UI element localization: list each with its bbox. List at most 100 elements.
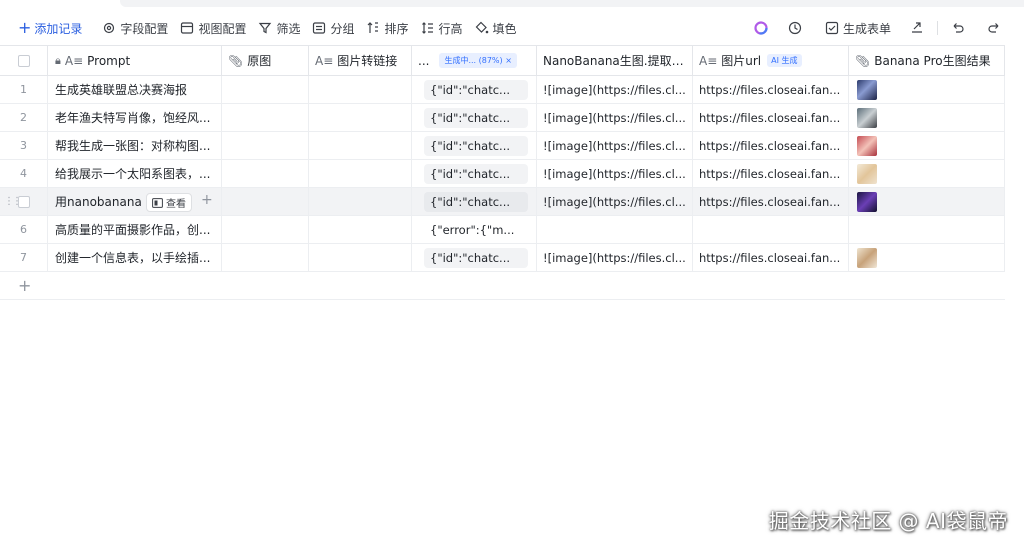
result-cell[interactable] <box>849 216 1005 243</box>
add-record-button[interactable]: + 添加记录 <box>12 16 88 40</box>
field-config-button[interactable]: 字段配置 <box>96 16 174 40</box>
original-cell[interactable] <box>222 160 309 187</box>
table-row[interactable]: 7 创建一个信息表，以手绘插... {"id":"chatc... ![imag… <box>0 244 1005 272</box>
original-cell[interactable] <box>222 76 309 103</box>
ai-ring-icon[interactable] <box>753 20 769 36</box>
json-cell[interactable]: {"id":"chatc... <box>412 104 537 131</box>
fill-color-button[interactable]: 填色 <box>469 16 523 40</box>
column-header-img-to-link[interactable]: A≡ 图片转链接 <box>309 46 412 75</box>
prompt-cell[interactable]: 帮我生成一张图：对称构图... <box>48 132 222 159</box>
extract-cell[interactable] <box>537 216 693 243</box>
original-cell[interactable] <box>222 216 309 243</box>
result-thumbnail[interactable] <box>857 79 877 100</box>
result-thumbnail[interactable] <box>857 135 877 156</box>
add-inline-icon[interactable]: + <box>201 192 213 208</box>
result-cell[interactable] <box>849 188 1005 215</box>
view-config-label: 视图配置 <box>198 21 247 36</box>
automation-icon[interactable] <box>787 20 803 36</box>
extract-cell[interactable]: ![image](https://files.cl... <box>537 160 693 187</box>
prompt-cell[interactable]: 创建一个信息表，以手绘插... <box>48 244 222 271</box>
undo-icon[interactable] <box>950 20 966 36</box>
url-cell[interactable]: https://files.closeai.fan... <box>693 76 849 103</box>
json-cell[interactable]: {"id":"chatc... <box>412 244 537 271</box>
extract-cell[interactable]: ![image](https://files.cl... <box>537 104 693 131</box>
original-cell[interactable] <box>222 104 309 131</box>
result-cell[interactable] <box>849 132 1005 159</box>
url-cell[interactable]: https://files.closeai.fan... <box>693 188 849 215</box>
extract-cell[interactable]: ![image](https://files.cl... <box>537 76 693 103</box>
prompt-cell[interactable]: 用nanobanana 查看 + <box>48 188 222 215</box>
group-button[interactable]: 分组 <box>306 16 360 40</box>
url-cell[interactable]: https://files.closeai.fan... <box>693 104 849 131</box>
column-header-nanobanana[interactable]: ... 生成中... (87%) × <box>412 46 537 75</box>
json-cell[interactable]: {"id":"chatc... <box>412 132 537 159</box>
table-row[interactable]: 3 帮我生成一张图：对称构图... {"id":"chatc... ![imag… <box>0 132 1005 160</box>
select-all-checkbox[interactable] <box>17 54 30 67</box>
original-cell[interactable] <box>222 188 309 215</box>
result-cell[interactable] <box>849 76 1005 103</box>
prompt-text: 老年渔夫特写肖像，饱经风... <box>55 111 211 125</box>
json-cell[interactable]: {"error":{"m... <box>412 216 537 243</box>
column-header-extract[interactable]: NanoBanana生图.提取值1 <box>537 46 693 75</box>
prompt-cell[interactable]: 生成英雄联盟总决赛海报 <box>48 76 222 103</box>
add-row[interactable]: + <box>0 272 1005 300</box>
column-header-prompt[interactable]: 🔒︎ A≡ Prompt <box>48 46 222 75</box>
table-row[interactable]: 1 生成英雄联盟总决赛海报 {"id":"chatc... ![image](h… <box>0 76 1005 104</box>
table-row[interactable]: 2 老年渔夫特写肖像，饱经风... {"id":"chatc... ![imag… <box>0 104 1005 132</box>
result-thumbnail[interactable] <box>857 191 877 212</box>
extract-cell[interactable]: ![image](https://files.cl... <box>537 188 693 215</box>
toolbar: + 添加记录 字段配置 视图配置 筛选 分组 排序 行高 填色 生成表单 <box>0 12 1024 44</box>
table-row[interactable]: 6 高质量的平面摄影作品，创... {"error":{"m... <box>0 216 1005 244</box>
img-link-cell[interactable] <box>309 188 412 215</box>
column-header-banana-result[interactable]: 📎︎ Banana Pro生图结果 <box>849 46 1005 75</box>
img-link-cell[interactable] <box>309 76 412 103</box>
img-link-cell[interactable] <box>309 244 412 271</box>
column-label: NanoBanana生图.提取值1 <box>543 54 686 68</box>
sort-icon <box>368 22 379 33</box>
prompt-cell[interactable]: 高质量的平面摄影作品，创... <box>48 216 222 243</box>
filter-button[interactable]: 筛选 <box>252 16 306 40</box>
img-link-cell[interactable] <box>309 132 412 159</box>
prompt-cell[interactable]: 给我展示一个太阳系图表，... <box>48 160 222 187</box>
extract-cell[interactable]: ![image](https://files.cl... <box>537 244 693 271</box>
prompt-text: 给我展示一个太阳系图表，... <box>55 167 211 181</box>
json-chip: {"id":"chatc... <box>424 79 528 100</box>
generating-progress-tag[interactable]: 生成中... (87%) × <box>439 53 517 68</box>
redo-icon[interactable] <box>986 20 1002 36</box>
json-cell[interactable]: {"id":"chatc... <box>412 160 537 187</box>
table-row[interactable]: 4 给我展示一个太阳系图表，... {"id":"chatc... ![imag… <box>0 160 1005 188</box>
select-all-cell[interactable] <box>0 46 48 75</box>
share-icon[interactable] <box>909 20 925 36</box>
original-cell[interactable] <box>222 132 309 159</box>
view-record-button[interactable]: 查看 <box>146 193 192 212</box>
img-link-cell[interactable] <box>309 216 412 243</box>
url-cell[interactable] <box>693 216 849 243</box>
sort-label: 排序 <box>384 21 409 36</box>
json-cell[interactable]: {"id":"chatc... <box>412 76 537 103</box>
column-header-image-url[interactable]: A≡ 图片url AI 生成 <box>693 46 849 75</box>
generate-form-button[interactable]: 生成表单 <box>819 16 897 40</box>
img-link-cell[interactable] <box>309 104 412 131</box>
row-height-button[interactable]: 行高 <box>415 16 469 40</box>
prompt-cell[interactable]: 老年渔夫特写肖像，饱经风... <box>48 104 222 131</box>
column-header-original[interactable]: 📎︎ 原图 <box>222 46 309 75</box>
result-thumbnail[interactable] <box>857 247 877 268</box>
url-cell[interactable]: https://files.closeai.fan... <box>693 132 849 159</box>
img-link-cell[interactable] <box>309 160 412 187</box>
url-cell[interactable]: https://files.closeai.fan... <box>693 160 849 187</box>
result-thumbnail[interactable] <box>857 163 877 184</box>
json-cell[interactable]: {"id":"chatc... <box>412 188 537 215</box>
result-thumbnail[interactable] <box>857 107 877 128</box>
sort-button[interactable]: 排序 <box>360 16 414 40</box>
result-cell[interactable] <box>849 244 1005 271</box>
extract-cell[interactable]: ![image](https://files.cl... <box>537 132 693 159</box>
table-row-hovered[interactable]: ⋮⋮ 用nanobanana 查看 + {"id":"chatc... ![im… <box>0 188 1005 216</box>
add-row-plus-icon[interactable]: + <box>18 276 31 295</box>
original-cell[interactable] <box>222 244 309 271</box>
result-cell[interactable] <box>849 160 1005 187</box>
view-config-button[interactable]: 视图配置 <box>174 16 252 40</box>
url-cell[interactable]: https://files.closeai.fan... <box>693 244 849 271</box>
drag-handle-icon[interactable]: ⋮⋮ <box>4 196 22 207</box>
result-cell[interactable] <box>849 104 1005 131</box>
row-select-cell[interactable]: ⋮⋮ <box>0 188 48 215</box>
